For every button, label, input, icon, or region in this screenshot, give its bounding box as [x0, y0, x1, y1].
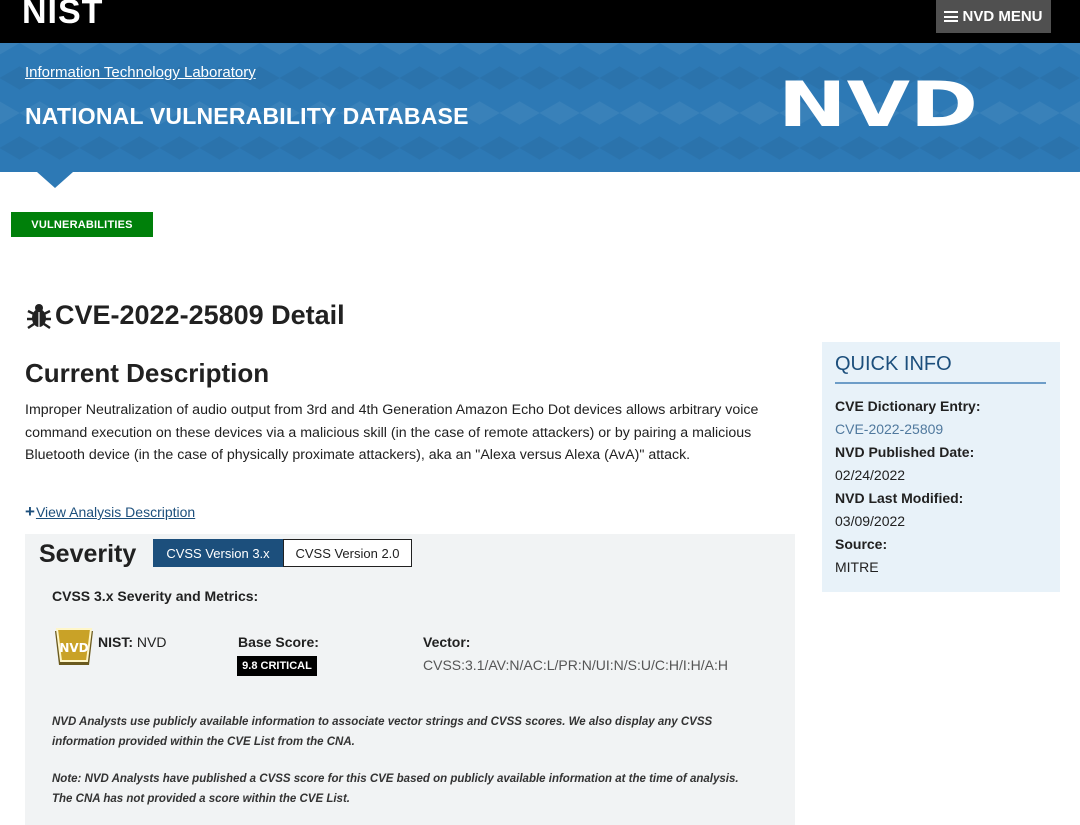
svg-text:NIST: NIST [22, 0, 103, 26]
vector-value[interactable]: CVSS:3.1/AV:N/AC:L/PR:N/UI:N/S:U/C:H/I:H… [423, 657, 728, 673]
cve-entry-label: CVE Dictionary Entry: [835, 398, 981, 414]
cve-entry-link[interactable]: CVE-2022-25809 [835, 421, 943, 437]
severity-heading: Severity [39, 540, 137, 568]
nvd-menu-label: NVD MENU [962, 8, 1043, 25]
view-analysis-toggle[interactable]: + View Analysis Description [25, 502, 195, 522]
source-nist-value: NVD [136, 634, 167, 650]
site-banner: Information Technology Laboratory NATION… [0, 43, 1080, 172]
nvd-menu-button[interactable]: NVD MENU [936, 0, 1051, 33]
tab-cvss-v2[interactable]: CVSS Version 2.0 [283, 539, 412, 567]
banner-pointer [37, 172, 73, 188]
description-text: Improper Neutralization of audio output … [25, 402, 759, 463]
tab-cvss-v3[interactable]: CVSS Version 3.x [153, 539, 283, 567]
base-score-label: Base Score: [238, 634, 319, 650]
published-date-value: 02/24/2022 [835, 467, 906, 483]
hamburger-icon [944, 11, 959, 22]
vulnerabilities-tag[interactable]: VULNERABILITIES [11, 212, 153, 237]
analyst-note: NVD Analysts use publicly available info… [52, 716, 713, 748]
published-date-label: NVD Published Date: [835, 444, 975, 460]
site-title[interactable]: NATIONAL VULNERABILITY DATABASE [25, 103, 469, 130]
source-value: MITRE [835, 559, 879, 575]
plus-icon: + [25, 502, 35, 521]
description-heading: Current Description [25, 358, 270, 388]
source-nist: NIST: NVD [98, 634, 166, 650]
page-title-text: CVE-2022-25809 Detail [55, 300, 345, 330]
svg-text:NVD: NVD [59, 641, 88, 655]
nvd-logo[interactable]: NVD [778, 76, 980, 131]
last-modified-value: 03/09/2022 [835, 513, 906, 529]
bug-icon [27, 303, 51, 329]
page-title: CVE-2022-25809 Detail [25, 300, 345, 331]
source-label: Source: [835, 536, 888, 552]
nvd-badge-icon: NVD [55, 628, 93, 665]
top-bar: NIST NVD MENU [0, 0, 1080, 43]
svg-text:NVD: NVD [778, 76, 978, 131]
nist-logo[interactable]: NIST [22, 0, 126, 26]
metrics-heading: CVSS 3.x Severity and Metrics: [52, 588, 259, 604]
vector-label: Vector: [423, 634, 471, 650]
quick-info-title: QUICK INFO [835, 353, 1046, 384]
base-score-badge[interactable]: 9.8 CRITICAL [237, 656, 317, 676]
itl-link[interactable]: Information Technology Laboratory [25, 64, 256, 81]
last-modified-label: NVD Last Modified: [835, 490, 964, 506]
quick-info-panel: QUICK INFO CVE Dictionary Entry: CVE-202… [822, 342, 1060, 592]
source-nist-label: NIST: [98, 634, 133, 650]
severity-panel: Severity CVSS Version 3.x CVSS Version 2… [25, 534, 795, 825]
cna-note: Note: NVD Analysts have published a CVSS… [52, 773, 739, 805]
view-analysis-link[interactable]: View Analysis Description [36, 504, 195, 520]
